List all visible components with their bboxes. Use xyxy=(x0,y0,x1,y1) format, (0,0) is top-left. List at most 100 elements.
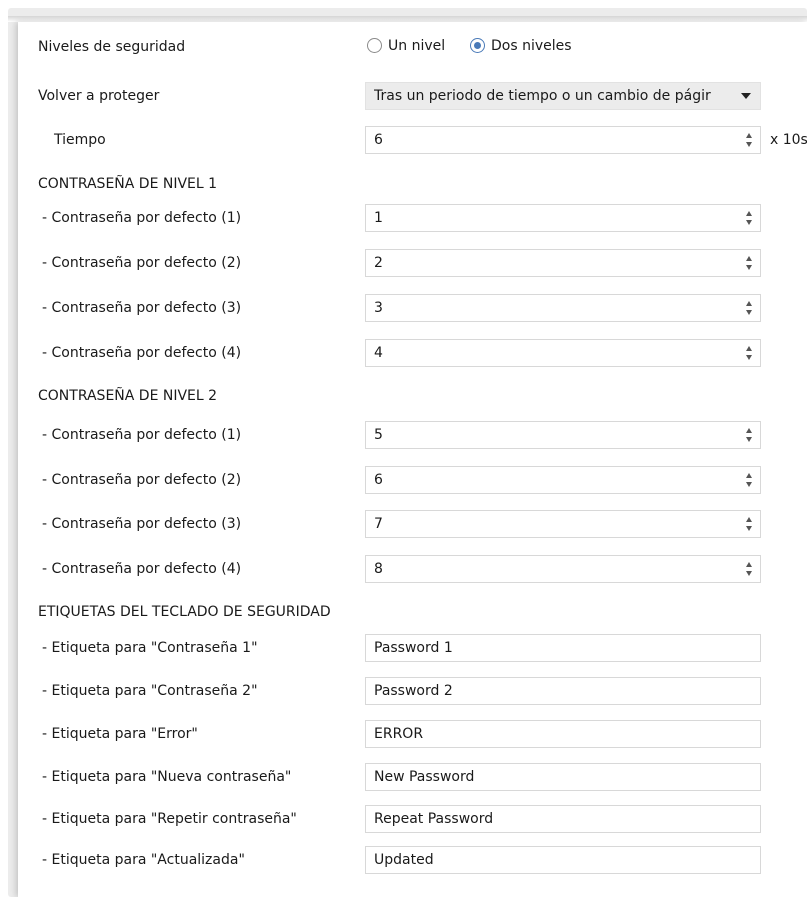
label-password-2-input[interactable]: Password 2 xyxy=(365,677,761,705)
spin-up-icon[interactable] xyxy=(746,346,752,351)
section-level1-title: CONTRASEÑA DE NIVEL 1 xyxy=(38,176,218,192)
level2-password-3-value: 7 xyxy=(374,516,383,532)
time-label: Tiempo xyxy=(54,132,106,148)
spin-buttons[interactable] xyxy=(744,343,754,363)
chevron-down-icon[interactable] xyxy=(741,93,751,99)
level2-row-label: - Contraseña por defecto (1) xyxy=(42,427,242,443)
spin-up-icon[interactable] xyxy=(746,562,752,567)
label-error-input[interactable]: ERROR xyxy=(365,720,761,748)
level2-password-4-stepper[interactable]: 8 xyxy=(365,555,761,583)
spin-up-icon[interactable] xyxy=(746,133,752,138)
level2-password-2-value: 6 xyxy=(374,472,383,488)
level1-row: - Contraseña por defecto (4) 4 xyxy=(18,338,807,368)
spin-buttons[interactable] xyxy=(744,253,754,273)
label-new-password-input[interactable]: New Password xyxy=(365,763,761,791)
radio-un-nivel-label: Un nivel xyxy=(388,38,446,54)
security-levels-row: Niveles de seguridad Un nivel Dos nivele… xyxy=(18,32,807,62)
keypad-label-row: - Etiqueta para "Error" ERROR xyxy=(18,719,807,749)
level1-row-label: - Contraseña por defecto (1) xyxy=(42,210,242,226)
spin-buttons[interactable] xyxy=(744,559,754,579)
level1-password-2-value: 2 xyxy=(374,255,383,271)
spin-up-icon[interactable] xyxy=(746,473,752,478)
time-row: Tiempo 6 x 10s xyxy=(18,125,807,155)
level1-row-label: - Contraseña por defecto (3) xyxy=(42,300,242,316)
reprotect-dropdown-value: Tras un periodo de tiempo o un cambio de… xyxy=(374,88,711,104)
keypad-label-row: - Etiqueta para "Actualizada" Updated xyxy=(18,845,807,875)
level1-password-1-value: 1 xyxy=(374,210,383,226)
spin-up-icon[interactable] xyxy=(746,211,752,216)
label-updated-value: Updated xyxy=(374,852,434,868)
spin-down-icon[interactable] xyxy=(746,437,752,442)
level2-password-1-value: 5 xyxy=(374,427,383,443)
level1-password-1-stepper[interactable]: 1 xyxy=(365,204,761,232)
radio-unchecked-icon[interactable] xyxy=(367,38,382,53)
radio-checked-icon[interactable] xyxy=(470,38,485,53)
spin-buttons[interactable] xyxy=(744,425,754,445)
label-new-password-value: New Password xyxy=(374,769,475,785)
level2-password-1-stepper[interactable]: 5 xyxy=(365,421,761,449)
keypad-label-row: - Etiqueta para "Contraseña 1" Password … xyxy=(18,633,807,663)
section-level2-title: CONTRASEÑA DE NIVEL 2 xyxy=(38,388,218,404)
time-unit: x 10s xyxy=(770,132,807,148)
spin-up-icon[interactable] xyxy=(746,301,752,306)
label-error-value: ERROR xyxy=(374,726,424,742)
keypad-label-row-label: - Etiqueta para "Actualizada" xyxy=(42,852,245,868)
spin-buttons[interactable] xyxy=(744,130,754,150)
keypad-label-row-label: - Etiqueta para "Contraseña 2" xyxy=(42,683,258,699)
level1-row-label: - Contraseña por defecto (2) xyxy=(42,255,242,271)
level1-password-4-stepper[interactable]: 4 xyxy=(365,339,761,367)
keypad-label-row: - Etiqueta para "Repetir contraseña" Rep… xyxy=(18,804,807,834)
spin-down-icon[interactable] xyxy=(746,142,752,147)
level2-row: - Contraseña por defecto (1) 5 xyxy=(18,420,807,450)
level2-row: - Contraseña por defecto (2) 6 xyxy=(18,465,807,495)
spin-down-icon[interactable] xyxy=(746,220,752,225)
spin-up-icon[interactable] xyxy=(746,256,752,261)
label-repeat-password-value: Repeat Password xyxy=(374,811,494,827)
spin-up-icon[interactable] xyxy=(746,428,752,433)
spin-down-icon[interactable] xyxy=(746,265,752,270)
level1-password-3-stepper[interactable]: 3 xyxy=(365,294,761,322)
label-updated-input[interactable]: Updated xyxy=(365,846,761,874)
label-repeat-password-input[interactable]: Repeat Password xyxy=(365,805,761,833)
level2-password-2-stepper[interactable]: 6 xyxy=(365,466,761,494)
spin-down-icon[interactable] xyxy=(746,482,752,487)
level2-row-label: - Contraseña por defecto (4) xyxy=(42,561,242,577)
spin-buttons[interactable] xyxy=(744,208,754,228)
radio-dos-niveles-label: Dos niveles xyxy=(491,38,572,54)
spin-down-icon[interactable] xyxy=(746,310,752,315)
spin-buttons[interactable] xyxy=(744,298,754,318)
spin-up-icon[interactable] xyxy=(746,517,752,522)
level1-row: - Contraseña por defecto (1) 1 xyxy=(18,203,807,233)
time-value: 6 xyxy=(374,132,383,148)
level2-password-3-stepper[interactable]: 7 xyxy=(365,510,761,538)
security-levels-label: Niveles de seguridad xyxy=(38,39,186,55)
level2-row-label: - Contraseña por defecto (2) xyxy=(42,472,242,488)
level1-password-4-value: 4 xyxy=(374,345,383,361)
keypad-label-row: - Etiqueta para "Nueva contraseña" New P… xyxy=(18,762,807,792)
level2-row-label: - Contraseña por defecto (3) xyxy=(42,516,242,532)
spin-buttons[interactable] xyxy=(744,514,754,534)
reprotect-row: Volver a proteger Tras un periodo de tie… xyxy=(18,81,807,111)
keypad-label-row-label: - Etiqueta para "Repetir contraseña" xyxy=(42,811,297,827)
keypad-label-row-label: - Etiqueta para "Error" xyxy=(42,726,198,742)
level1-row-label: - Contraseña por defecto (4) xyxy=(42,345,242,361)
level1-row: - Contraseña por defecto (2) 2 xyxy=(18,248,807,278)
spin-down-icon[interactable] xyxy=(746,355,752,360)
settings-panel: Niveles de seguridad Un nivel Dos nivele… xyxy=(18,22,807,897)
spin-buttons[interactable] xyxy=(744,470,754,490)
spin-down-icon[interactable] xyxy=(746,571,752,576)
section-keypad-labels-title: ETIQUETAS DEL TECLADO DE SEGURIDAD xyxy=(38,604,331,620)
level2-password-4-value: 8 xyxy=(374,561,383,577)
keypad-label-row: - Etiqueta para "Contraseña 2" Password … xyxy=(18,676,807,706)
time-stepper[interactable]: 6 xyxy=(365,126,761,154)
keypad-label-row-label: - Etiqueta para "Contraseña 1" xyxy=(42,640,258,656)
label-password-1-input[interactable]: Password 1 xyxy=(365,634,761,662)
level1-password-2-stepper[interactable]: 2 xyxy=(365,249,761,277)
reprotect-label: Volver a proteger xyxy=(38,88,160,104)
level1-password-3-value: 3 xyxy=(374,300,383,316)
level1-row: - Contraseña por defecto (3) 3 xyxy=(18,293,807,323)
reprotect-dropdown[interactable]: Tras un periodo de tiempo o un cambio de… xyxy=(365,82,761,110)
spin-down-icon[interactable] xyxy=(746,526,752,531)
level2-row: - Contraseña por defecto (3) 7 xyxy=(18,509,807,539)
label-password-1-value: Password 1 xyxy=(374,640,453,656)
